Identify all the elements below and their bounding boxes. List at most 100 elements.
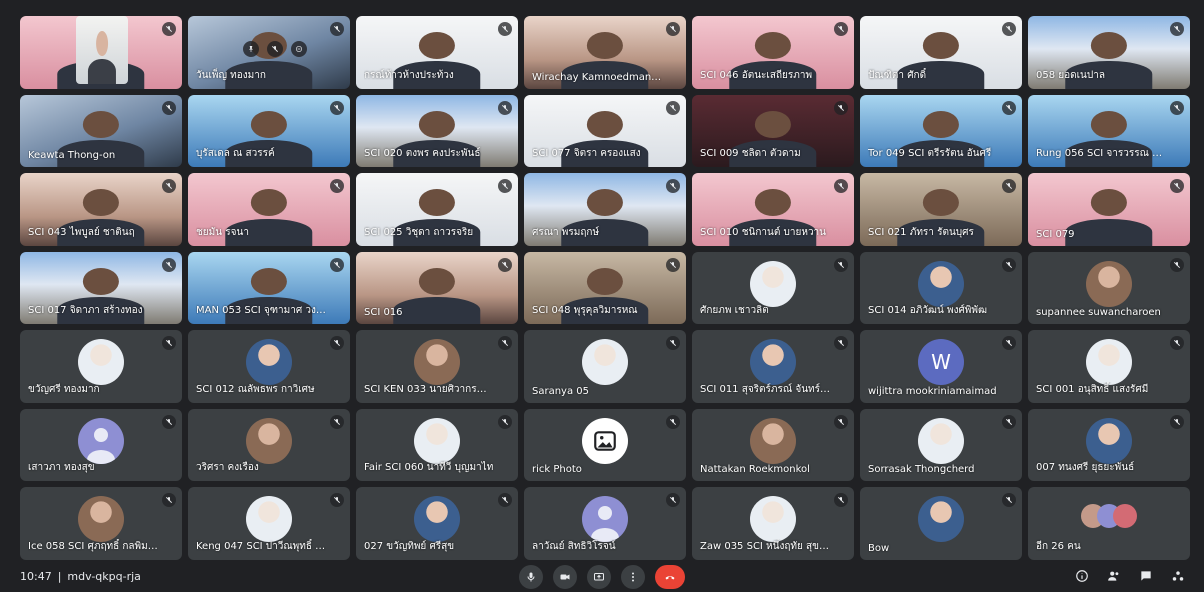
participant-tile[interactable]: ศรณา พรมฤกษ์ xyxy=(524,173,686,246)
people-button[interactable] xyxy=(1104,566,1124,586)
mic-button[interactable] xyxy=(519,565,543,589)
participant-name: SCI 048 พุรุคุลวิมารหณ xyxy=(532,305,638,317)
participant-name: 027 ขวัญทิพย์ ศรีสุข xyxy=(364,540,455,552)
video-head xyxy=(82,110,120,138)
participant-tile[interactable]: ลาวัณย์ สิทธิวิโรจน์ xyxy=(524,487,686,560)
participant-tile[interactable]: SCI 001 อนุสิทธิ์ แสงรัศมี xyxy=(1028,330,1190,403)
avatar xyxy=(918,496,964,543)
muted-mic-icon xyxy=(1173,261,1181,268)
remove-button[interactable] xyxy=(291,40,308,57)
participant-tile[interactable]: กรณ์ท้าวห้างประท้วง xyxy=(356,16,518,89)
participant-tile[interactable]: SCI 014 อภิวัฒน์ พงศ์พิพัฒ xyxy=(860,251,1022,325)
participant-name: ปัณฑิตา ศักดิ์ xyxy=(868,69,927,81)
muted-mic-icon xyxy=(669,104,677,111)
participant-tile[interactable]: Keawta Thong-on xyxy=(20,94,182,168)
video-head xyxy=(586,267,624,295)
muted-indicator xyxy=(834,257,848,272)
participant-tile[interactable]: SCI 020 ตงพร คงประพันธ์ xyxy=(356,94,518,168)
participant-tile[interactable]: SCI KEN 033 นายศิวากรณ์ จันทร์สุข xyxy=(356,330,518,403)
video-head xyxy=(82,189,120,217)
camera-icon xyxy=(560,574,570,580)
participant-tile[interactable]: ชยมัน รจนา xyxy=(188,173,350,246)
muted-mic-icon xyxy=(1005,104,1013,111)
call-controls xyxy=(519,565,685,589)
muted-indicator xyxy=(666,336,680,351)
participant-tile[interactable]: SCI 017 จิดาภา สร้างทอง xyxy=(20,251,182,325)
video-head xyxy=(418,110,456,138)
avatar xyxy=(582,339,628,386)
participant-tile[interactable]: Nattakan Roekmonkol xyxy=(692,408,854,482)
participant-tile[interactable]: Rung 056 SCI จารวรรณ บางรัตน์ xyxy=(1028,94,1190,168)
participant-tile[interactable]: 027 ขวัญทิพย์ ศรีสุข xyxy=(356,487,518,560)
end-call-button[interactable] xyxy=(655,565,685,589)
participant-tile[interactable]: Bow xyxy=(860,487,1022,560)
participant-tile[interactable]: SCI 046 อัตนะเสถียรภาพ xyxy=(692,16,854,89)
muted-indicator xyxy=(1170,22,1184,36)
activities-icon xyxy=(1172,571,1184,581)
participant-tile[interactable]: Ice 058 SCI ศุภฤทธิ์ กลพิมาศ xyxy=(20,487,182,560)
muted-mic-icon xyxy=(501,104,509,111)
default-avatar-icon xyxy=(582,496,628,543)
avatar xyxy=(918,417,964,464)
participant-tile[interactable]: Keng 047 SCI ปาวีณพุทธิ์ บัณฑิตกาญจน์ xyxy=(188,487,350,560)
participant-tile[interactable]: Saranya 05 xyxy=(524,330,686,403)
participant-tile[interactable]: 058 ยอดเนปาล xyxy=(1028,16,1190,89)
participant-tile[interactable]: SCI 009 ชลิดา ตัวดาม xyxy=(692,94,854,168)
participant-tile[interactable] xyxy=(20,16,182,89)
participant-tile[interactable]: ศักยภพ เชาวลิต xyxy=(692,251,854,325)
present-button[interactable] xyxy=(587,565,611,589)
participant-tile[interactable]: SCI 048 พุรุคุลวิมารหณ xyxy=(524,251,686,325)
muted-indicator xyxy=(834,22,848,36)
participant-name: SCI 009 ชลิดา ตัวดาม xyxy=(700,148,801,160)
participant-tile[interactable]: บุรัสเดล ณ สวรรค์ xyxy=(188,94,350,168)
participant-tile[interactable]: ปัณฑิตา ศักดิ์ xyxy=(860,16,1022,89)
mute-button[interactable] xyxy=(267,40,284,57)
participant-tile[interactable]: SCI 021 ภัทรา รัตนบุศร xyxy=(860,173,1022,246)
participant-tile[interactable]: Zaw 035 SCI หนึ่งฤทัย สุขเจ้า xyxy=(692,487,854,560)
meeting-code[interactable]: mdv-qkpq-rja xyxy=(67,570,141,583)
video-head xyxy=(922,31,960,60)
participant-tile[interactable]: Tor 049 SCI ตรีรรัตน อันศรี xyxy=(860,94,1022,168)
participant-tile[interactable]: rick Photo xyxy=(524,408,686,482)
participant-tile[interactable]: SCI 077 จิตรา ครองแสง xyxy=(524,94,686,168)
muted-mic-icon xyxy=(669,183,677,190)
participant-tile[interactable]: SCI 016 xyxy=(356,251,518,325)
participant-tile[interactable]: SCI 012 ณลัพธพร กาวิเศษ xyxy=(188,330,350,403)
meeting-details-button[interactable] xyxy=(1072,566,1092,586)
muted-indicator xyxy=(666,414,680,429)
activities-button[interactable] xyxy=(1168,566,1188,586)
participant-tile[interactable]: SCI 025 วิชุดา ถาวรจริย xyxy=(356,173,518,246)
participant-tile[interactable]: วันเพ็ญ ทองมาก xyxy=(188,16,350,89)
participant-tile[interactable]: Wwijittra mookriniamaimad xyxy=(860,330,1022,403)
video-head xyxy=(1090,31,1128,60)
muted-indicator xyxy=(1002,22,1016,36)
participant-tile[interactable]: อีก 26 คน xyxy=(1028,487,1190,560)
participant-tile[interactable]: 007 ทนงศรี ยุธยะพันธ์ xyxy=(1028,408,1190,482)
participant-tile[interactable]: Sorrasak Thongcherd xyxy=(860,408,1022,482)
participant-tile[interactable]: SCI 043 ไพบูลย์ ชาตินฤ xyxy=(20,173,182,246)
participant-tile[interactable]: MAN 053 SCI จุฑามาศ วงศ์วิเศษ xyxy=(188,251,350,325)
participant-tile[interactable]: ขวัญศรี ทองมาก xyxy=(20,330,182,403)
pin-button[interactable] xyxy=(243,40,260,57)
chat-button[interactable] xyxy=(1136,566,1156,586)
camera-button[interactable] xyxy=(553,565,577,589)
side-controls xyxy=(1072,566,1188,586)
muted-indicator xyxy=(162,179,176,194)
participant-tile[interactable]: SCI 010 ชนิกานต์ บายหวาน xyxy=(692,173,854,246)
participant-tile[interactable]: วริศรา คงเรือง xyxy=(188,408,350,482)
muted-mic-icon xyxy=(1005,418,1013,425)
video-head xyxy=(586,31,624,60)
participant-tile[interactable]: Fair SCI 060 นาทีวี บุญมาไท xyxy=(356,408,518,482)
muted-indicator xyxy=(162,100,176,115)
participant-tile[interactable]: supannee suwancharoen xyxy=(1028,251,1190,325)
participant-tile[interactable]: SCI 079 xyxy=(1028,173,1190,246)
muted-mic-icon xyxy=(1173,183,1181,190)
participant-tile[interactable]: Wirachay Kamnoedmanee xyxy=(524,16,686,89)
muted-indicator xyxy=(330,179,344,194)
participant-tile[interactable]: เสาวภา ทองสุข xyxy=(20,408,182,482)
video-head xyxy=(250,189,288,217)
more-options-button[interactable] xyxy=(621,565,645,589)
participant-tile[interactable]: SCI 011 สุจริตร์ภรณ์ จันทร์ทอง xyxy=(692,330,854,403)
image-icon xyxy=(594,431,616,451)
tile-hover-controls xyxy=(243,40,308,57)
